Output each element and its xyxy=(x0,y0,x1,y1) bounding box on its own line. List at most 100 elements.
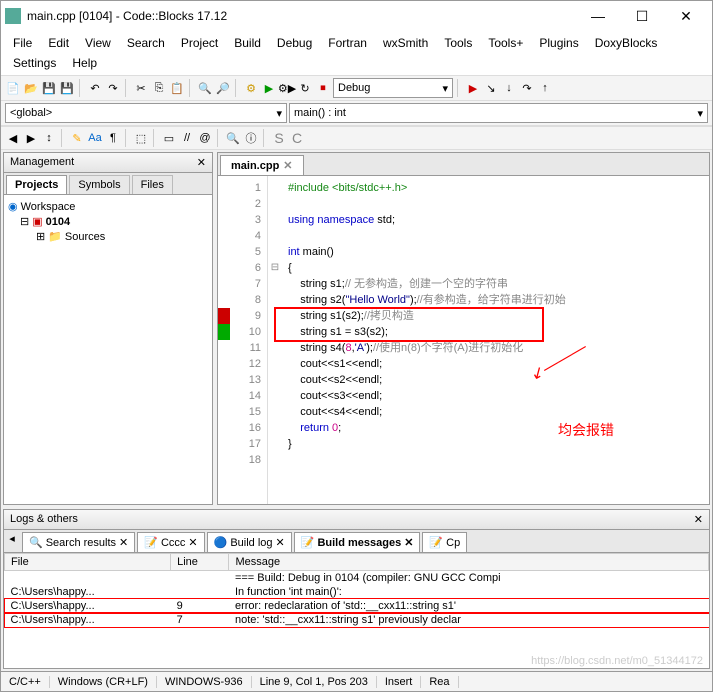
management-header: Management✕ xyxy=(4,153,212,173)
editor-panel: main.cpp✕ 123456789101112131415161718 ⊟ … xyxy=(217,152,710,505)
run-icon[interactable]: ▶ xyxy=(261,80,277,96)
app-icon xyxy=(5,8,21,24)
select-icon[interactable]: ⬚ xyxy=(133,130,149,146)
message-row[interactable]: === Build: Debug in 0104 (compiler: GNU … xyxy=(5,571,709,586)
message-row[interactable]: C:\Users\happy...9error: redeclaration o… xyxy=(5,599,709,613)
s-icon[interactable]: S xyxy=(271,130,287,146)
c-icon[interactable]: C xyxy=(289,130,305,146)
menu-help[interactable]: Help xyxy=(64,53,105,73)
logs-prev-icon[interactable]: ◂ xyxy=(4,530,20,546)
error-annotation: 均会报错 xyxy=(558,420,614,440)
scope-combo[interactable]: <global>▾ xyxy=(5,103,287,123)
maximize-button[interactable]: ☐ xyxy=(620,2,664,30)
format-icon[interactable]: ¶ xyxy=(105,130,121,146)
titlebar: main.cpp [0104] - Code::Blocks 17.12 — ☐… xyxy=(1,1,712,31)
tab-close-icon[interactable]: ✕ xyxy=(283,159,292,172)
highlight-icon[interactable]: ✎ xyxy=(69,130,85,146)
menu-file[interactable]: File xyxy=(5,33,40,53)
menu-tools[interactable]: Tools xyxy=(436,33,480,53)
minimize-button[interactable]: — xyxy=(576,2,620,30)
close-button[interactable]: ✕ xyxy=(664,2,708,30)
menu-wxsmith[interactable]: wxSmith xyxy=(375,33,436,53)
jump-icon[interactable]: ↕ xyxy=(41,130,57,146)
function-combo[interactable]: main() : int▾ xyxy=(289,103,708,123)
new-file-icon[interactable]: 📄 xyxy=(5,80,21,96)
step-into-icon[interactable]: ↓ xyxy=(501,80,517,96)
message-row[interactable]: C:\Users\happy...In function 'int main()… xyxy=(5,585,709,599)
save-icon[interactable]: 💾 xyxy=(41,80,57,96)
editor-tab-main[interactable]: main.cpp✕ xyxy=(220,155,304,175)
project-tree: ◉Workspace ⊟▣0104 ⊞📁Sources xyxy=(4,195,212,248)
paste-icon[interactable]: 📋 xyxy=(169,80,185,96)
status-codepage: WINDOWS-936 xyxy=(157,676,252,688)
abort-icon[interactable]: ⏹ xyxy=(315,80,331,96)
tab-cccc[interactable]: 📝Cccc✕ xyxy=(137,532,204,552)
status-position: Line 9, Col 1, Pos 203 xyxy=(252,676,377,688)
comment-icon[interactable]: // xyxy=(179,130,195,146)
menu-doxyblocks[interactable]: DoxyBlocks xyxy=(587,33,666,53)
block-icon[interactable]: ▭ xyxy=(161,130,177,146)
open-icon[interactable]: 📂 xyxy=(23,80,39,96)
replace-icon[interactable]: 🔎 xyxy=(215,80,231,96)
tab-build-messages[interactable]: 📝Build messages✕ xyxy=(294,532,421,552)
window-title: main.cpp [0104] - Code::Blocks 17.12 xyxy=(27,9,576,23)
menu-debug[interactable]: Debug xyxy=(269,33,320,53)
run-to-cursor-icon[interactable]: ↘ xyxy=(483,80,499,96)
scope-toolbar: <global>▾ main() : int▾ xyxy=(1,101,712,126)
step-over-icon[interactable]: ↷ xyxy=(519,80,535,96)
menu-settings[interactable]: Settings xyxy=(5,53,64,73)
menu-build[interactable]: Build xyxy=(226,33,269,53)
copy-icon[interactable]: ⎘ xyxy=(151,80,167,96)
status-encoding: Windows (CR+LF) xyxy=(50,676,157,688)
build-run-icon[interactable]: ⚙▶ xyxy=(279,80,295,96)
letter-a-icon[interactable]: Aa xyxy=(87,130,103,146)
redo-icon[interactable]: ↷ xyxy=(105,80,121,96)
watermark: https://blog.csdn.net/m0_51344172 xyxy=(531,655,703,667)
menu-project[interactable]: Project xyxy=(173,33,226,53)
find-icon[interactable]: 🔍 xyxy=(197,80,213,96)
panel-close-icon[interactable]: ✕ xyxy=(197,156,206,169)
tab-projects[interactable]: Projects xyxy=(6,175,67,194)
tab-files[interactable]: Files xyxy=(132,175,173,194)
editor-tabs: main.cpp✕ xyxy=(217,152,710,175)
undo-icon[interactable]: ↶ xyxy=(87,80,103,96)
zoom-icon[interactable]: 🔍 xyxy=(225,130,241,146)
logs-close-icon[interactable]: ✕ xyxy=(694,513,703,526)
menu-edit[interactable]: Edit xyxy=(40,33,77,53)
status-readonly: Rea xyxy=(421,676,458,688)
debug-continue-icon[interactable]: ▶ xyxy=(465,80,481,96)
status-mode: Insert xyxy=(377,676,422,688)
messages-table: FileLineMessage === Build: Debug in 0104… xyxy=(4,553,709,627)
tree-workspace[interactable]: ◉Workspace xyxy=(8,199,208,214)
statusbar: C/C++ Windows (CR+LF) WINDOWS-936 Line 9… xyxy=(1,671,712,691)
cut-icon[interactable]: ✂ xyxy=(133,80,149,96)
status-lang: C/C++ xyxy=(1,676,50,688)
target-combo[interactable]: Debug▾ xyxy=(333,78,453,98)
prev-icon[interactable]: ◀ xyxy=(5,130,21,146)
tree-sources[interactable]: ⊞📁Sources xyxy=(8,229,208,244)
menu-search[interactable]: Search xyxy=(119,33,173,53)
build-icon[interactable]: ⚙ xyxy=(243,80,259,96)
save-all-icon[interactable]: 💾 xyxy=(59,80,75,96)
tab-cp[interactable]: 📝Cp xyxy=(422,532,467,552)
management-tabs: Projects Symbols Files xyxy=(4,173,212,195)
doxy-icon[interactable]: @ xyxy=(197,130,213,146)
tree-project[interactable]: ⊟▣0104 xyxy=(8,214,208,229)
management-panel: Management✕ Projects Symbols Files ◉Work… xyxy=(3,152,213,505)
tab-symbols[interactable]: Symbols xyxy=(69,175,129,194)
tab-search-results[interactable]: 🔍Search results✕ xyxy=(22,532,135,552)
menu-fortran[interactable]: Fortran xyxy=(320,33,375,53)
build-messages-body[interactable]: FileLineMessage === Build: Debug in 0104… xyxy=(4,553,709,668)
menu-plugins[interactable]: Plugins xyxy=(531,33,586,53)
next-icon[interactable]: ▶ xyxy=(23,130,39,146)
menu-view[interactable]: View xyxy=(77,33,119,53)
logs-header: Logs & others✕ xyxy=(4,510,709,530)
info-icon[interactable]: ⓘ xyxy=(243,130,259,146)
message-row[interactable]: C:\Users\happy...7note: 'std::__cxx11::s… xyxy=(5,613,709,627)
tab-build-log[interactable]: 🔵Build log✕ xyxy=(207,532,292,552)
menubar: FileEditViewSearchProjectBuildDebugFortr… xyxy=(1,31,712,75)
rebuild-icon[interactable]: ↻ xyxy=(297,80,313,96)
menu-tools+[interactable]: Tools+ xyxy=(480,33,531,53)
code-editor[interactable]: 123456789101112131415161718 ⊟ #include <… xyxy=(217,175,710,505)
step-out-icon[interactable]: ↑ xyxy=(537,80,553,96)
